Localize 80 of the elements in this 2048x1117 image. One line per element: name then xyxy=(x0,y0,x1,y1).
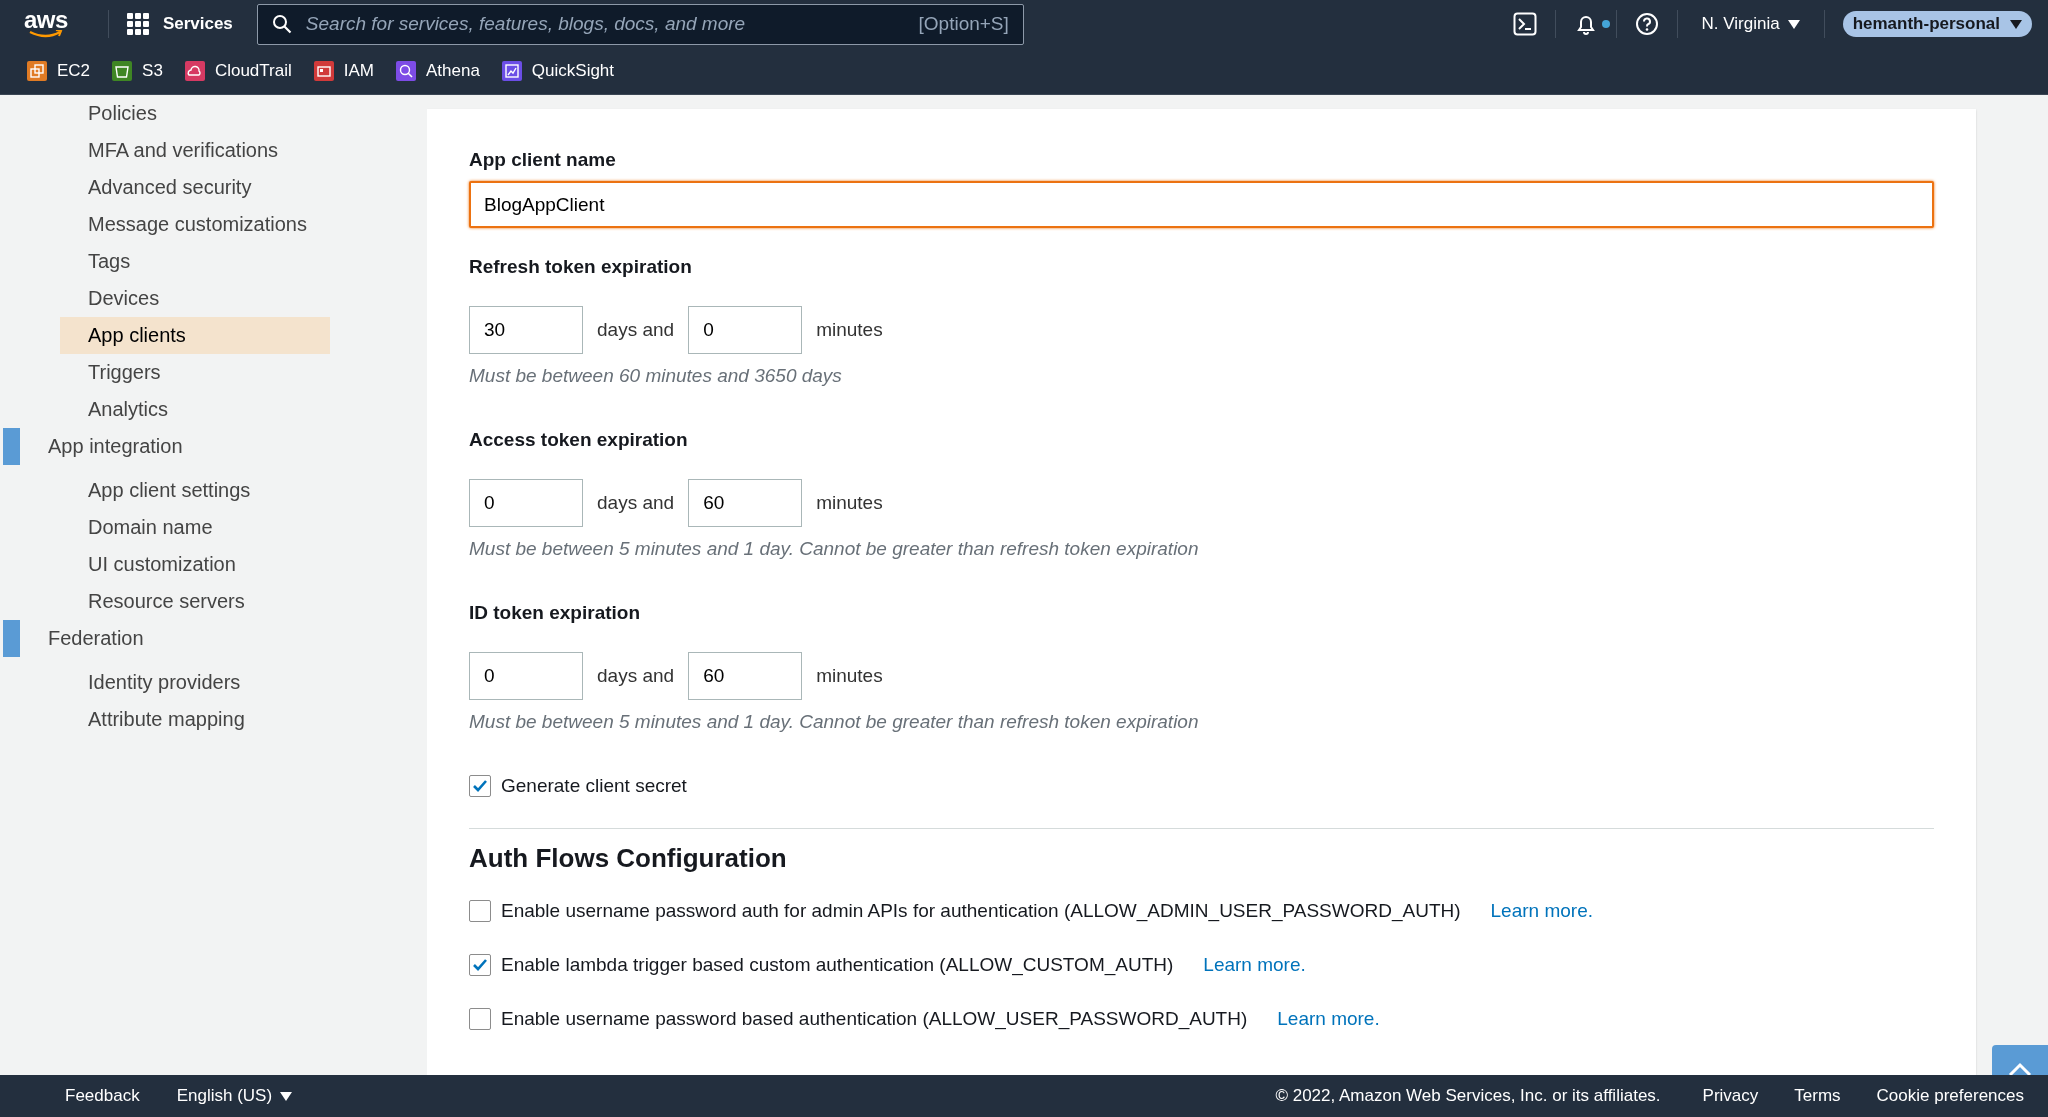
field-label: Access token expiration xyxy=(469,429,689,451)
favorite-service-link[interactable]: EC2 xyxy=(27,61,91,81)
sidebar-item[interactable]: Domain name xyxy=(60,509,330,546)
scroll-top-button[interactable] xyxy=(1992,1045,2048,1075)
language-selector[interactable]: English (US) xyxy=(176,1086,293,1106)
sidebar-item[interactable]: Advanced security xyxy=(60,169,330,206)
sidebar-item[interactable]: App client settings xyxy=(60,472,330,509)
caret-icon xyxy=(280,1091,293,1101)
terminal-icon[interactable] xyxy=(1512,12,1537,36)
client-name-field[interactable]: BlogAppClient xyxy=(469,181,1934,228)
unit-label: minutes xyxy=(816,319,883,341)
sidebar-item[interactable]: MFA and verifications xyxy=(60,132,330,169)
checkbox-label: Generate client secret xyxy=(501,775,687,797)
sidebar-item[interactable]: Tags xyxy=(60,243,330,280)
field-label: ID token expiration xyxy=(469,602,642,624)
search-icon xyxy=(271,14,292,34)
learn-more-link[interactable]: Learn more. xyxy=(1277,1008,1380,1030)
learn-more-link[interactable]: Learn more. xyxy=(1490,900,1593,922)
days-field[interactable]: 0 xyxy=(469,479,583,527)
field-label: App client name xyxy=(469,149,617,171)
sidebar-section[interactable]: Federation xyxy=(48,627,144,650)
favorite-service-link[interactable]: QuickSight xyxy=(501,61,615,81)
grid-icon xyxy=(126,13,149,35)
section-marker xyxy=(3,428,20,465)
minutes-field[interactable]: 60 xyxy=(688,652,803,700)
favorite-service-link[interactable]: S3 xyxy=(112,61,163,81)
sidebar-item[interactable]: Message customizations xyxy=(60,206,330,243)
services-button[interactable]: Services xyxy=(126,13,233,35)
unit-label: days and xyxy=(597,665,675,687)
days-field[interactable]: 0 xyxy=(469,652,583,700)
unit-label: minutes xyxy=(816,665,883,687)
check-icon xyxy=(472,779,488,793)
checkbox[interactable] xyxy=(469,1008,491,1030)
days-field[interactable]: 30 xyxy=(469,306,583,354)
help-text: Must be between 60 minutes and 3650 days xyxy=(469,365,843,387)
unit-label: minutes xyxy=(816,492,883,514)
checkbox-label: Enable username password based authentication (ALLOW_USER_PASSWORD_AUTH) xyxy=(501,1008,1248,1030)
help-text: Must be between 5 minutes and 1 day. Cannot be greater than refresh token expiration xyxy=(469,711,1200,733)
check-icon xyxy=(472,958,488,972)
help-text: Must be between 5 minutes and 1 day. Cannot be greater than refresh token expiration xyxy=(469,538,1200,560)
sidebar-item[interactable]: Resource servers xyxy=(60,583,330,620)
unit-label: days and xyxy=(597,492,675,514)
favorite-service-link[interactable]: CloudTrail xyxy=(184,61,292,81)
field-label: Refresh token expiration xyxy=(469,256,693,278)
checkbox-label: Enable username password auth for admin APIs for authentication (ALLOW_ADMIN_USER_PASSWORD_AUTH) xyxy=(501,900,1461,922)
sidebar-item[interactable]: Devices xyxy=(60,280,330,317)
feedback-link[interactable]: Feedback xyxy=(65,1086,140,1106)
aws-logo[interactable]: aws xyxy=(24,10,68,38)
checkbox[interactable] xyxy=(469,900,491,922)
minutes-field[interactable]: 0 xyxy=(688,306,803,354)
help-icon[interactable] xyxy=(1634,12,1659,36)
sidebar-item[interactable]: UI customization xyxy=(60,546,330,583)
footer-link[interactable]: Cookie preferences xyxy=(1876,1086,2024,1106)
unit-label: days and xyxy=(597,319,675,341)
footer-link[interactable]: Privacy xyxy=(1702,1086,1759,1106)
sidebar-section[interactable]: App integration xyxy=(48,435,183,458)
footer-link[interactable]: Terms xyxy=(1794,1086,1841,1106)
sidebar-item[interactable]: Triggers xyxy=(60,354,330,391)
sidebar-item[interactable]: Analytics xyxy=(60,391,330,428)
checkbox[interactable] xyxy=(469,954,491,976)
favorite-service-link[interactable]: Athena xyxy=(395,61,480,81)
shortcut-hint: [Option+S] xyxy=(918,13,1009,35)
caret-icon xyxy=(1787,19,1800,29)
checkbox[interactable] xyxy=(469,775,491,797)
learn-more-link[interactable]: Learn more. xyxy=(1203,954,1306,976)
sidebar-item[interactable]: Policies xyxy=(60,95,330,132)
account-menu[interactable]: hemanth-personal xyxy=(1842,11,2032,37)
favorite-service-link[interactable]: IAM xyxy=(313,61,374,81)
minutes-field[interactable]: 60 xyxy=(688,479,803,527)
section-heading: Auth Flows Configuration xyxy=(469,843,788,874)
sidebar-item[interactable]: Attribute mapping xyxy=(60,701,330,738)
section-marker xyxy=(3,620,20,657)
region-selector[interactable]: N. Virginia xyxy=(1695,13,1806,35)
sidebar-item[interactable]: App clients xyxy=(60,317,330,354)
search-field[interactable]: Search for services, features, blogs, docs, and more xyxy=(303,12,907,36)
search-bar[interactable]: Search for services, features, blogs, docs, and more [Option+S] xyxy=(256,3,1024,45)
copyright-text: © 2022, Amazon Web Services, Inc. or its affiliates. xyxy=(1275,1086,1661,1106)
sidebar-item[interactable]: Identity providers xyxy=(60,664,330,701)
caret-icon xyxy=(2010,19,2022,29)
checkbox-label: Enable lambda trigger based custom authentication (ALLOW_CUSTOM_AUTH) xyxy=(501,954,1174,976)
